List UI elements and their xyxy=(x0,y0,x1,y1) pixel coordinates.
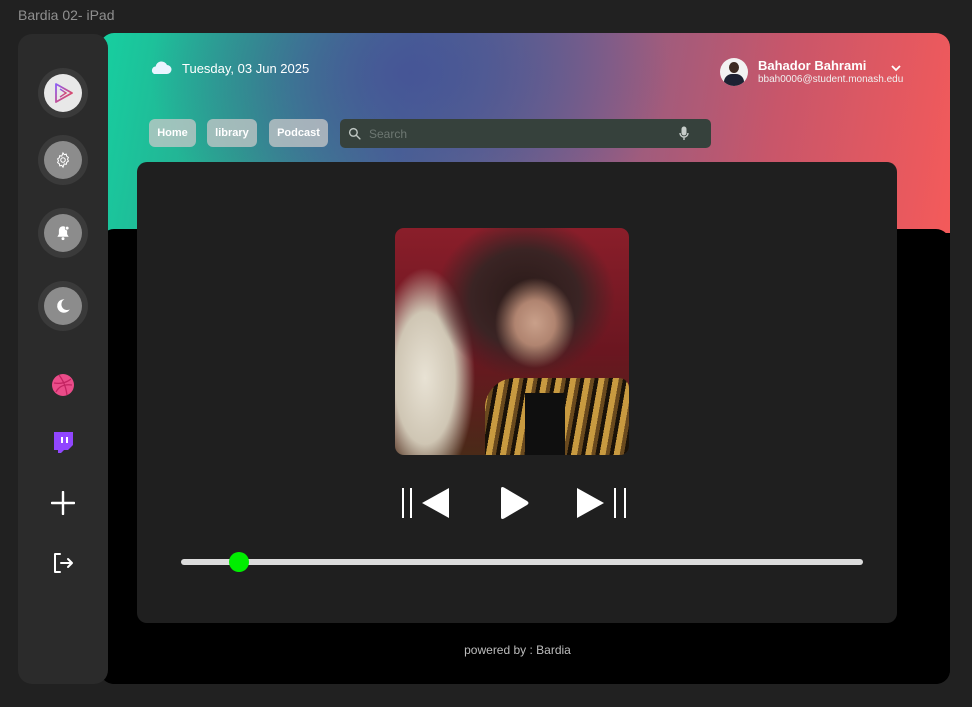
dribbble-icon[interactable] xyxy=(48,370,78,400)
footer-text: powered by : Bardia xyxy=(464,643,571,657)
next-track-icon[interactable] xyxy=(575,485,629,526)
moon-icon xyxy=(44,287,82,325)
twitch-icon[interactable] xyxy=(48,428,78,458)
settings-button[interactable] xyxy=(38,135,88,185)
user-email: bbah0006@student.monash.edu xyxy=(758,73,904,85)
play-icon[interactable] xyxy=(495,485,531,526)
search-icon xyxy=(348,127,361,140)
date-row: Tuesday, 03 Jun 2025 xyxy=(148,59,309,78)
progress-knob[interactable] xyxy=(228,552,249,572)
date-text: Tuesday, 03 Jun 2025 xyxy=(182,61,310,76)
dark-mode-button[interactable] xyxy=(38,281,88,331)
frame-title: Bardia 02- iPad xyxy=(18,7,115,23)
notifications-button[interactable] xyxy=(38,208,88,258)
previous-track-icon[interactable] xyxy=(399,485,451,526)
avatar[interactable] xyxy=(720,58,748,86)
user-name: Bahador Bahrami xyxy=(758,58,867,74)
play-logo-icon xyxy=(44,74,82,112)
logout-icon[interactable] xyxy=(48,548,78,578)
tab-library[interactable]: library xyxy=(207,119,257,147)
tab-podcast[interactable]: Podcast xyxy=(269,119,328,147)
main-panel: Tuesday, 03 Jun 2025 Bahador Bahrami bba… xyxy=(100,33,950,684)
sidebar xyxy=(18,34,108,684)
app-logo-button[interactable] xyxy=(38,68,88,118)
cloud-icon xyxy=(148,59,172,78)
player-controls xyxy=(399,485,629,521)
player-card xyxy=(137,162,897,623)
progress-slider[interactable] xyxy=(181,552,863,572)
microphone-icon[interactable] xyxy=(679,126,689,141)
gear-icon xyxy=(44,141,82,179)
album-art xyxy=(395,228,629,455)
user-menu[interactable]: Bahador Bahrami bbah0006@student.monash.… xyxy=(720,58,903,86)
bell-icon xyxy=(44,214,82,252)
search-bar xyxy=(340,119,711,148)
chevron-down-icon[interactable] xyxy=(890,60,902,78)
search-input[interactable] xyxy=(367,125,671,142)
tab-home[interactable]: Home xyxy=(149,119,196,147)
plus-icon[interactable] xyxy=(48,488,78,518)
